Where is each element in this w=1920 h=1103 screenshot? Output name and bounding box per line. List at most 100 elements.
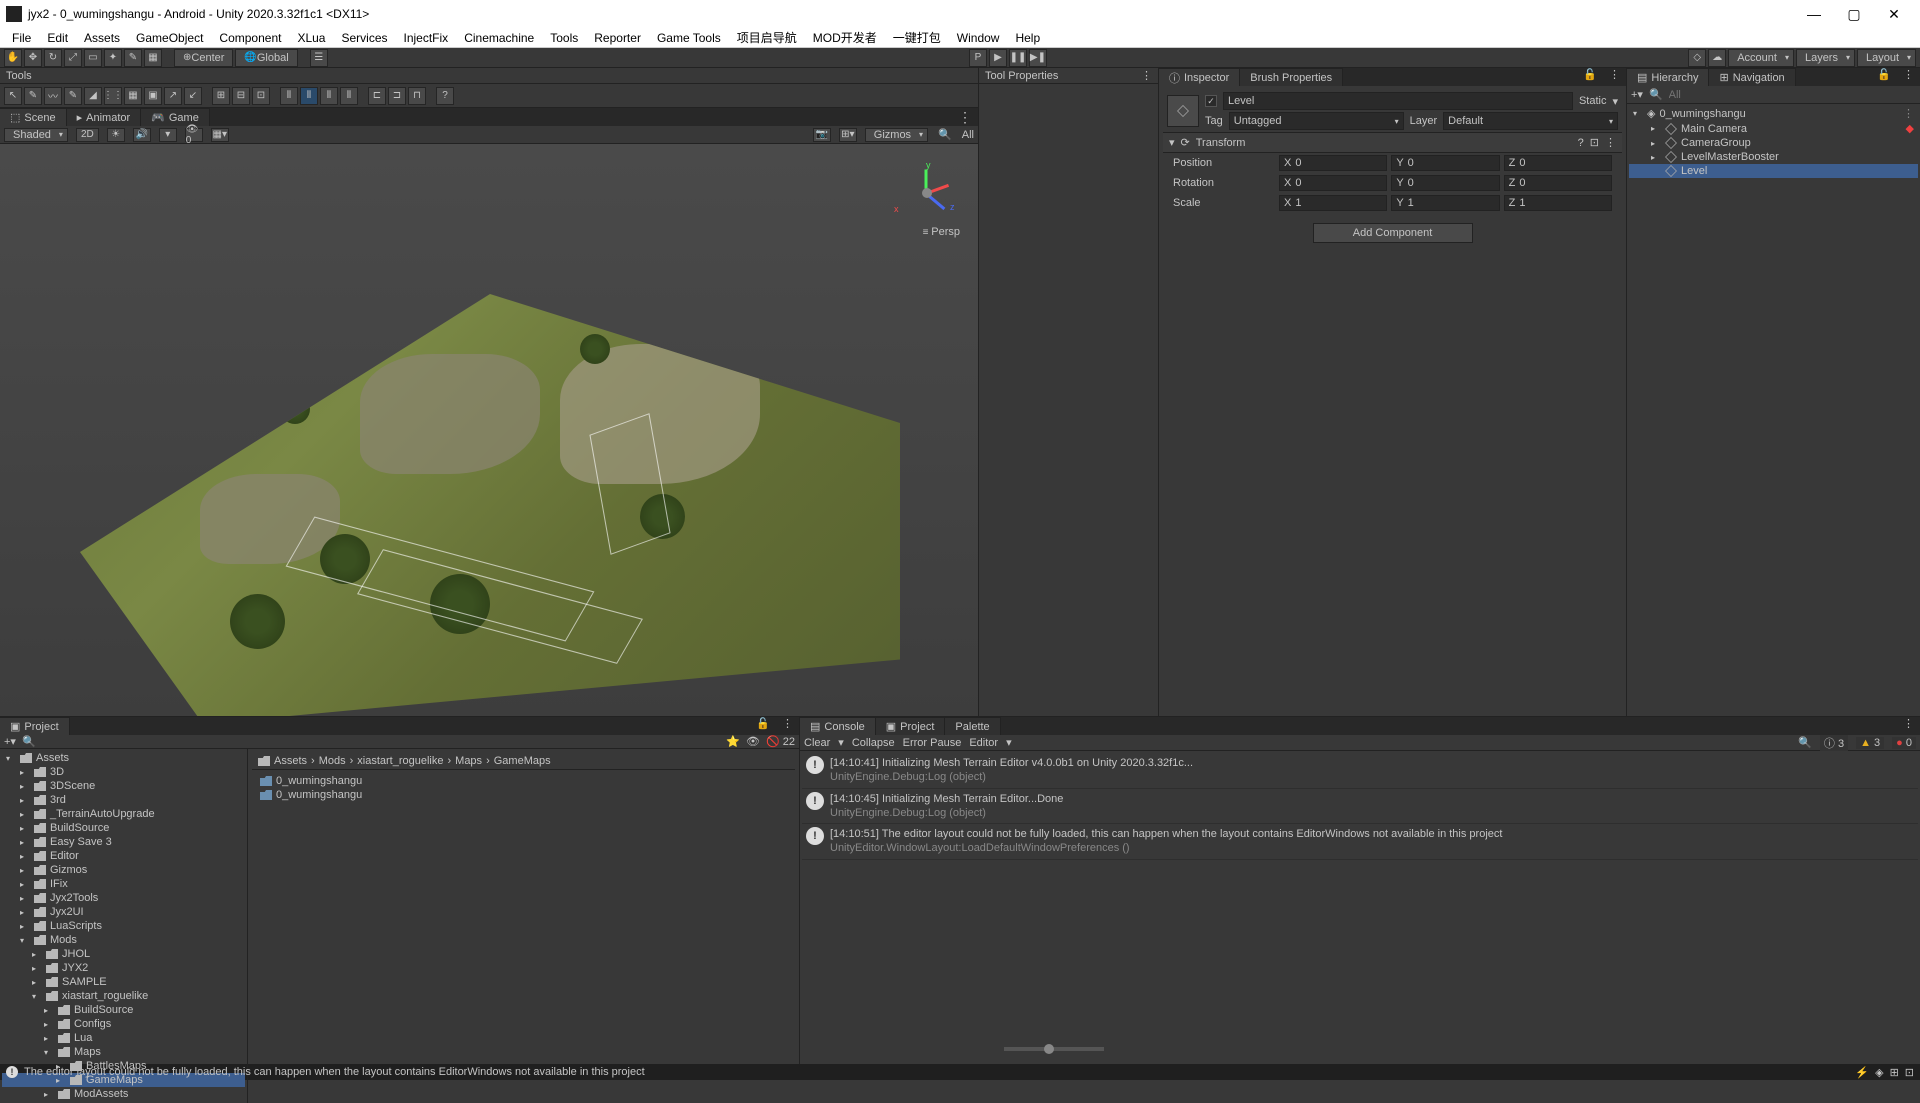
fx-toggle[interactable]: ▾ xyxy=(159,128,177,142)
menu-game tools[interactable]: Game Tools xyxy=(649,29,729,47)
grid-toggle[interactable]: ▦▾ xyxy=(211,128,229,142)
toolrow-btn-18[interactable]: ⊏ xyxy=(368,87,386,105)
toolrow-btn-2[interactable]: ✎ xyxy=(24,87,42,105)
grid-tool-button[interactable]: ▦ xyxy=(144,49,162,67)
project-folder[interactable]: ▸Easy Save 3 xyxy=(2,835,245,849)
project-folder[interactable]: ▸Lua xyxy=(2,1031,245,1045)
persp-label[interactable]: ≡ Persp xyxy=(923,226,960,238)
toolrow-btn-19[interactable]: ⊐ xyxy=(388,87,406,105)
rect-tool-button[interactable]: ▭ xyxy=(84,49,102,67)
gameobject-icon[interactable] xyxy=(1167,95,1199,127)
toolrow-btn-8[interactable]: ▣ xyxy=(144,87,162,105)
info-count[interactable]: ⓘ 3 xyxy=(1820,735,1848,751)
tab-project2[interactable]: ▣Project xyxy=(876,717,946,735)
project-folder[interactable]: ▸Editor xyxy=(2,849,245,863)
menu-tools[interactable]: Tools xyxy=(542,29,586,47)
active-checkbox[interactable]: ✓ xyxy=(1205,95,1217,107)
project-folder[interactable]: ▸Configs xyxy=(2,1017,245,1031)
project-item[interactable]: 0_wumingshangu xyxy=(256,774,791,788)
play-button[interactable]: P xyxy=(969,49,987,67)
menu-window[interactable]: Window xyxy=(949,29,1008,47)
add-component-button[interactable]: Add Component xyxy=(1313,223,1473,243)
tab-project[interactable]: ▣Project xyxy=(0,717,70,735)
toolrow-btn-5[interactable]: ◢ xyxy=(84,87,102,105)
panel-menu-icon[interactable]: ⋮ xyxy=(1897,717,1920,735)
create-button[interactable]: +▾ xyxy=(1631,88,1643,101)
tab-hierarchy[interactable]: ▤Hierarchy xyxy=(1627,68,1709,86)
lock-icon[interactable]: 🔓 xyxy=(1871,68,1897,86)
toolrow-btn-7[interactable]: ▦ xyxy=(124,87,142,105)
project-folder[interactable]: ▸3DScene xyxy=(2,779,245,793)
scene-root[interactable]: ▾◈0_wumingshangu⋮ xyxy=(1629,106,1918,121)
hierarchy-item[interactable]: ▸LevelMasterBooster xyxy=(1629,150,1918,164)
menu-injectfix[interactable]: InjectFix xyxy=(396,29,457,47)
status-icon-1[interactable]: ⚡ xyxy=(1855,1066,1869,1079)
project-folder[interactable]: ▸Jyx2Tools xyxy=(2,891,245,905)
menu-reporter[interactable]: Reporter xyxy=(586,29,649,47)
layer-dropdown[interactable]: Default xyxy=(1443,112,1618,130)
tab-console[interactable]: ▤Console xyxy=(800,717,876,735)
lock-icon[interactable]: 🔓 xyxy=(1577,68,1603,86)
tab-palette[interactable]: Palette xyxy=(945,717,1000,735)
panel-menu-icon[interactable]: ⋮ xyxy=(1141,69,1152,82)
panel-menu-icon[interactable]: ⋮ xyxy=(1603,68,1626,86)
project-folder[interactable]: ▾xiastart_roguelike xyxy=(2,989,245,1003)
layers-dropdown[interactable]: Layers xyxy=(1796,49,1855,67)
warn-count[interactable]: ▲ 3 xyxy=(1856,737,1884,749)
toolrow-btn-16[interactable]: ⫴ xyxy=(320,87,338,105)
collab-button[interactable]: ◇ xyxy=(1688,49,1706,67)
toolrow-btn-9[interactable]: ↗ xyxy=(164,87,182,105)
error-pause-button[interactable]: Error Pause xyxy=(903,737,962,749)
project-folder[interactable]: ▸JYX2 xyxy=(2,961,245,975)
toolrow-btn-1[interactable]: ↖ xyxy=(4,87,22,105)
pivot-center-button[interactable]: ⊕ Center xyxy=(174,49,233,67)
thumbnail-slider[interactable] xyxy=(1004,1047,1104,1051)
project-folder[interactable]: ▸3rd xyxy=(2,793,245,807)
shaded-dropdown[interactable]: Shaded xyxy=(4,128,68,142)
rotation-y-input[interactable]: Y 0 xyxy=(1391,175,1499,191)
hidden-toggle[interactable]: 👁 0 xyxy=(185,128,203,142)
console-entry[interactable]: ![14:10:41] Initializing Mesh Terrain Ed… xyxy=(802,753,1918,789)
toolrow-btn-20[interactable]: ⊓ xyxy=(408,87,426,105)
editor-dropdown[interactable]: Editor xyxy=(969,737,998,749)
rotation-x-input[interactable]: X 0 xyxy=(1279,175,1387,191)
project-search-input[interactable] xyxy=(42,736,378,748)
search-all[interactable]: All xyxy=(962,129,974,141)
menu-assets[interactable]: Assets xyxy=(76,29,128,47)
minimize-button[interactable]: — xyxy=(1794,6,1834,22)
toolrow-btn-17[interactable]: ⫴ xyxy=(340,87,358,105)
scale-x-input[interactable]: X 1 xyxy=(1279,195,1387,211)
scale-z-input[interactable]: Z 1 xyxy=(1504,195,1612,211)
menu-xlua[interactable]: XLua xyxy=(289,29,333,47)
tab-menu-icon[interactable]: ⋮ xyxy=(952,109,978,126)
menu-gameobject[interactable]: GameObject xyxy=(128,29,211,47)
menu-icon[interactable]: ⋮ xyxy=(1605,136,1616,149)
project-folder[interactable]: ▸_TerrainAutoUpgrade xyxy=(2,807,245,821)
menu-component[interactable]: Component xyxy=(211,29,289,47)
tab-animator[interactable]: ▸Animator xyxy=(67,108,142,126)
project-folder[interactable]: ▸ModAssets xyxy=(2,1087,245,1101)
menu-一键打包[interactable]: 一键打包 xyxy=(885,27,949,48)
toggle-icon[interactable]: ⊞▾ xyxy=(839,128,857,142)
position-x-input[interactable]: X 0 xyxy=(1279,155,1387,171)
light-toggle[interactable]: ☀ xyxy=(107,128,125,142)
transform-component-header[interactable]: ▾ ⟳ Transform ? ⊡ ⋮ xyxy=(1163,132,1622,153)
hierarchy-item[interactable]: ▸CameraGroup xyxy=(1629,136,1918,150)
hierarchy-item[interactable]: Level xyxy=(1629,164,1918,178)
project-folder[interactable]: ▸BuildSource xyxy=(2,1003,245,1017)
project-folder[interactable]: ▸LuaScripts xyxy=(2,919,245,933)
move-tool-button[interactable]: ✥ xyxy=(24,49,42,67)
breadcrumb-item[interactable]: Mods xyxy=(319,755,346,767)
toolrow-btn-10[interactable]: ↙ xyxy=(184,87,202,105)
breadcrumb-item[interactable]: xiastart_roguelike xyxy=(357,755,443,767)
project-folder[interactable]: ▸IFix xyxy=(2,877,245,891)
breadcrumb-item[interactable]: GameMaps xyxy=(494,755,551,767)
help-icon[interactable]: ? xyxy=(1578,137,1584,149)
panel-menu-icon[interactable]: ⋮ xyxy=(1897,68,1920,86)
toolrow-btn-15[interactable]: ⫴ xyxy=(300,87,318,105)
menu-services[interactable]: Services xyxy=(333,29,395,47)
camera-icon[interactable]: 📷 xyxy=(813,128,831,142)
toolrow-btn-6[interactable]: ⋮⋮ xyxy=(104,87,122,105)
account-dropdown[interactable]: Account xyxy=(1728,49,1794,67)
play2-button[interactable]: ▶ xyxy=(989,49,1007,67)
